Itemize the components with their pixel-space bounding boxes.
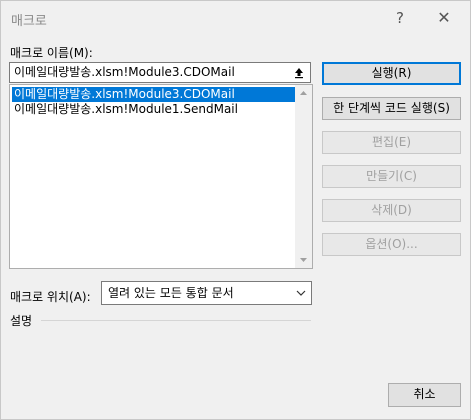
description-divider bbox=[41, 320, 311, 321]
list-item[interactable]: 이메일대량발송.xlsm!Module1.SendMail bbox=[12, 102, 240, 117]
macro-location-select[interactable]: 열려 있는 모든 통합 문서 bbox=[101, 281, 312, 305]
macro-location-value: 열려 있는 모든 통합 문서 bbox=[108, 286, 234, 300]
run-button[interactable]: 실행(R) bbox=[322, 62, 461, 85]
close-button[interactable]: ✕ bbox=[431, 6, 457, 30]
options-button[interactable]: 옵션(O)... bbox=[322, 233, 461, 256]
edit-button[interactable]: 편집(E) bbox=[322, 131, 461, 154]
title-bar: 매크로 ? ✕ bbox=[1, 1, 470, 35]
macro-name-value: 이메일대량발송.xlsm!Module3.CDOMail bbox=[14, 65, 235, 79]
upload-arrow-icon bbox=[295, 67, 303, 78]
cancel-button[interactable]: 취소 bbox=[388, 383, 461, 407]
scroll-down-button[interactable] bbox=[295, 251, 312, 268]
triangle-down-icon bbox=[300, 258, 307, 262]
macro-name-label: 매크로 이름(M): bbox=[10, 46, 93, 60]
macro-location-label: 매크로 위치(A): bbox=[10, 290, 91, 304]
list-scrollbar[interactable] bbox=[295, 85, 312, 268]
delete-button[interactable]: 삭제(D) bbox=[322, 199, 461, 222]
collapse-dialog-button[interactable] bbox=[290, 64, 308, 81]
macro-dialog: 매크로 ? ✕ 매크로 이름(M): 이메일대량발송.xlsm!Module3.… bbox=[0, 0, 471, 420]
chevron-down-icon bbox=[296, 290, 306, 296]
window-title: 매크로 bbox=[11, 14, 47, 29]
create-button[interactable]: 만들기(C) bbox=[322, 165, 461, 188]
description-label: 설명 bbox=[10, 314, 33, 328]
macro-name-input[interactable]: 이메일대량발송.xlsm!Module3.CDOMail bbox=[9, 62, 311, 83]
scroll-up-button[interactable] bbox=[295, 85, 312, 102]
triangle-up-icon bbox=[300, 91, 307, 95]
macro-list[interactable]: 이메일대량발송.xlsm!Module3.CDOMail 이메일대량발송.xls… bbox=[9, 84, 313, 269]
help-button[interactable]: ? bbox=[387, 6, 413, 30]
list-item[interactable]: 이메일대량발송.xlsm!Module3.CDOMail bbox=[12, 87, 296, 102]
step-into-button[interactable]: 한 단계씩 코드 실행(S) bbox=[322, 97, 461, 120]
